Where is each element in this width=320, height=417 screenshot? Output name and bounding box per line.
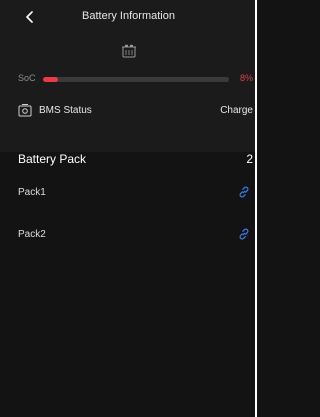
screen-edge-divider bbox=[255, 0, 257, 417]
bms-status-label: BMS Status bbox=[39, 105, 92, 116]
battery-summary-panel: Battery Information SoC 8% BMS Status Ch… bbox=[0, 0, 257, 152]
battery-pack-header: Battery Pack 2 bbox=[0, 150, 257, 168]
bms-status-value: Charge bbox=[220, 105, 253, 116]
link-icon[interactable] bbox=[237, 185, 251, 199]
header-bar: Battery Information bbox=[0, 0, 257, 34]
pack-name: Pack1 bbox=[18, 187, 46, 198]
soc-value: 8% bbox=[239, 73, 253, 83]
soc-label: SoC bbox=[18, 73, 36, 83]
soc-progress-fill bbox=[43, 77, 58, 82]
battery-icon bbox=[122, 44, 136, 58]
page-title: Battery Information bbox=[82, 10, 175, 22]
bms-status-row: BMS Status Charge bbox=[0, 102, 257, 120]
soc-progress-bar bbox=[43, 77, 229, 82]
pack-name: Pack2 bbox=[18, 229, 46, 240]
battery-pack-title: Battery Pack bbox=[18, 152, 87, 166]
pack-row-2[interactable]: Pack2 bbox=[0, 225, 257, 245]
battery-pack-count: 2 bbox=[246, 152, 253, 166]
link-icon[interactable] bbox=[237, 227, 251, 241]
bms-status-icon bbox=[18, 104, 32, 117]
soc-row: SoC 8% bbox=[0, 70, 257, 86]
pack-row-1[interactable]: Pack1 bbox=[0, 183, 257, 203]
